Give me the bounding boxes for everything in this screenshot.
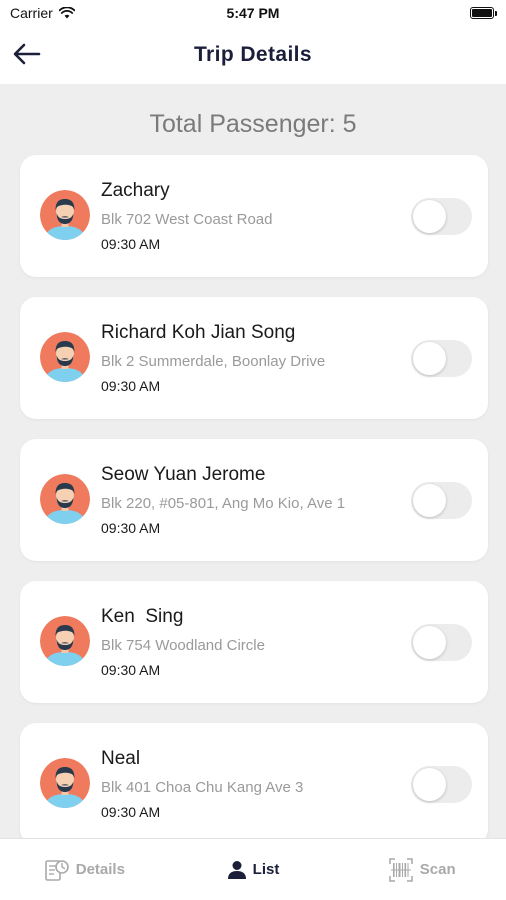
boarded-toggle[interactable] bbox=[411, 766, 472, 803]
passenger-list: Zachary Blk 702 West Coast Road 09:30 AM… bbox=[20, 155, 488, 865]
pickup-time: 09:30 AM bbox=[101, 662, 161, 678]
status-bar: Carrier 5:47 PM bbox=[0, 0, 506, 26]
pickup-time: 09:30 AM bbox=[101, 236, 161, 252]
passenger-address: Blk 754 Woodland Circle bbox=[101, 637, 265, 654]
tab-details-label: Details bbox=[75, 861, 125, 878]
arrow-left-icon bbox=[13, 43, 41, 65]
battery-icon bbox=[470, 7, 497, 19]
passenger-address: Blk 2 Summerdale, Boonlay Drive bbox=[101, 353, 326, 370]
passenger-card: Seow Yuan Jerome Blk 220, #05-801, Ang M… bbox=[20, 439, 488, 561]
avatar bbox=[40, 474, 90, 524]
avatar bbox=[40, 758, 90, 808]
passenger-card: Richard Koh Jian Song Blk 2 Summerdale, … bbox=[20, 297, 488, 419]
passenger-card: Zachary Blk 702 West Coast Road 09:30 AM bbox=[20, 155, 488, 277]
toggle-knob bbox=[413, 342, 446, 375]
page-title: Trip Details bbox=[193, 43, 312, 66]
details-icon bbox=[44, 859, 69, 881]
passenger-address: Blk 401 Choa Chu Kang Ave 3 bbox=[101, 779, 304, 796]
boarded-toggle[interactable] bbox=[411, 624, 472, 661]
pickup-time: 09:30 AM bbox=[101, 378, 161, 394]
boarded-toggle[interactable] bbox=[411, 340, 472, 377]
passenger-name: Seow Yuan Jerome bbox=[101, 464, 266, 485]
barcode-icon bbox=[389, 857, 413, 882]
status-time: 5:47 PM bbox=[226, 5, 280, 21]
toggle-knob bbox=[413, 484, 446, 517]
passenger-address: Blk 220, #05-801, Ang Mo Kio, Ave 1 bbox=[101, 495, 346, 512]
avatar bbox=[40, 332, 90, 382]
boarded-toggle[interactable] bbox=[411, 198, 472, 235]
toggle-knob bbox=[413, 768, 446, 801]
total-passenger-count: Total Passenger: 5 bbox=[149, 110, 357, 138]
toggle-knob bbox=[413, 626, 446, 659]
passenger-name: Richard Koh Jian Song bbox=[101, 322, 296, 343]
pickup-time: 09:30 AM bbox=[101, 804, 161, 820]
person-icon bbox=[227, 860, 246, 879]
tab-scan[interactable]: Scan bbox=[337, 839, 506, 900]
tab-list-label: List bbox=[252, 861, 280, 878]
back-button[interactable] bbox=[12, 40, 42, 68]
passenger-name: Neal bbox=[101, 748, 141, 769]
passenger-card: Neal Blk 401 Choa Chu Kang Ave 3 09:30 A… bbox=[20, 723, 488, 845]
tab-scan-label: Scan bbox=[419, 861, 456, 878]
avatar bbox=[40, 190, 90, 240]
passenger-card: Ken Sing Blk 754 Woodland Circle 09:30 A… bbox=[20, 581, 488, 703]
boarded-toggle[interactable] bbox=[411, 482, 472, 519]
avatar bbox=[40, 616, 90, 666]
header: Trip Details bbox=[0, 26, 506, 84]
toggle-knob bbox=[413, 200, 446, 233]
passenger-name: Zachary bbox=[101, 180, 170, 201]
tab-list[interactable]: List bbox=[169, 839, 338, 900]
pickup-time: 09:30 AM bbox=[101, 520, 161, 536]
passenger-name: Ken Sing bbox=[101, 606, 184, 627]
tab-bar: Details List Scan bbox=[0, 838, 506, 900]
tab-details[interactable]: Details bbox=[0, 839, 169, 900]
passenger-address: Blk 702 West Coast Road bbox=[101, 211, 273, 228]
